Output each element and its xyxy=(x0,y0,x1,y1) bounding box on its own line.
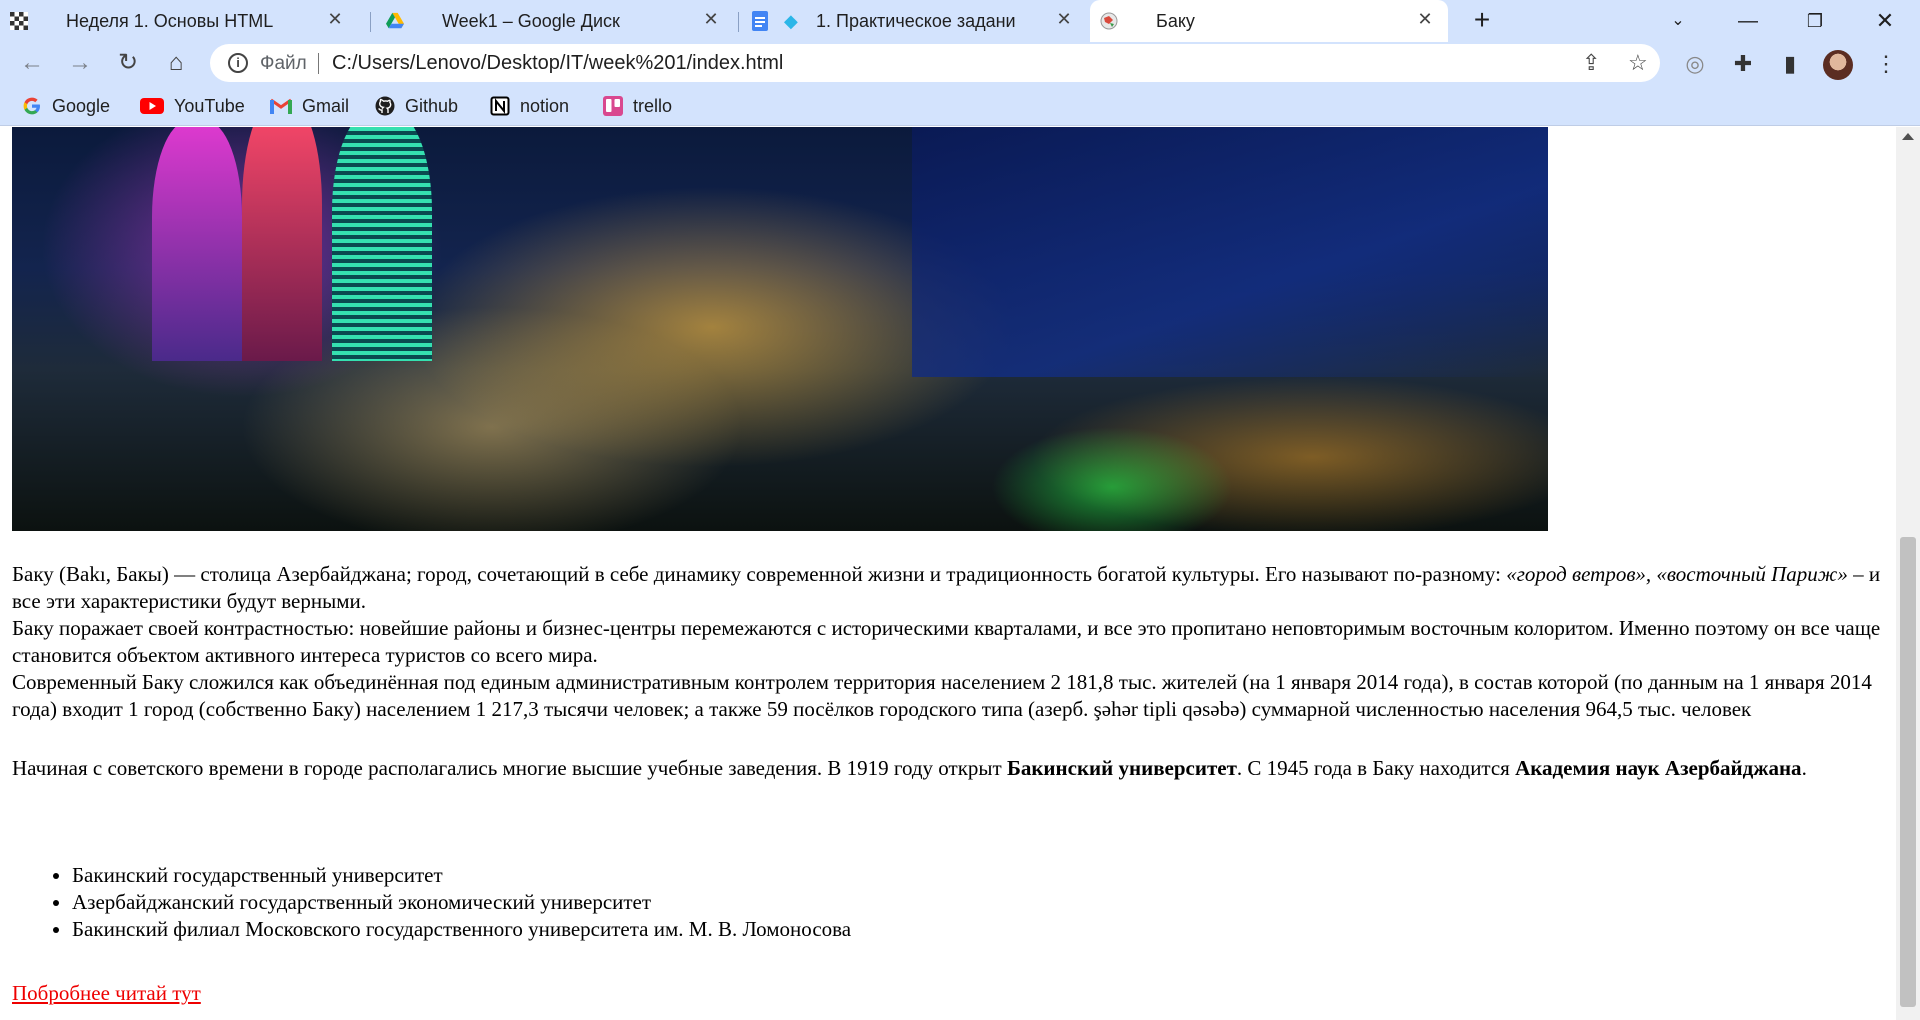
baku-night-photo xyxy=(12,127,1548,531)
google-drive-icon xyxy=(386,12,404,29)
list-item: Бакинский филиал Московского государстве… xyxy=(72,916,851,943)
restore-button[interactable]: ❐ xyxy=(1790,4,1840,38)
globe-icon xyxy=(1100,12,1118,30)
education-text: Начиная с советского времени в городе ра… xyxy=(12,756,1007,780)
bookmark-notion[interactable]: notion xyxy=(490,93,569,119)
address-bar[interactable]: i Файл C:/Users/Lenovo/Desktop/IT/week%2… xyxy=(210,44,1660,82)
close-window-button[interactable]: ✕ xyxy=(1860,4,1910,38)
bookmark-label: Gmail xyxy=(302,95,350,116)
tab-separator xyxy=(738,12,739,32)
close-icon[interactable]: ✕ xyxy=(700,9,722,30)
flame-tower xyxy=(332,127,432,361)
read-more-link[interactable]: Побробнее читай тут xyxy=(12,981,201,1006)
list-item: Азербайджанский государственный экономич… xyxy=(72,889,851,916)
baku-university: Бакинский университет xyxy=(1006,756,1237,780)
academy-of-sciences: Академия наук Азербайджана xyxy=(1515,756,1802,780)
list-item: Бакинский государственный университет xyxy=(72,862,851,889)
youtube-icon xyxy=(140,98,164,114)
bookmark-label: Github xyxy=(405,95,459,116)
tab-title: Баку xyxy=(1156,10,1195,31)
bookmark-label: trello xyxy=(633,95,673,116)
education-text: . С 1945 года в Баку находится xyxy=(1236,756,1516,780)
tab-separator xyxy=(370,12,371,32)
url-text[interactable]: C:/Users/Lenovo/Desktop/IT/week%201/inde… xyxy=(332,52,783,75)
tab-title: Неделя 1. Основы HTML xyxy=(66,10,274,31)
tab-title: 1. Практическое задание - G xyxy=(816,10,1016,31)
bookmark-gmail[interactable]: Gmail xyxy=(270,93,349,119)
menu-kebab-icon[interactable]: ⋮ xyxy=(1872,50,1900,78)
universities-list: Бакинский государственный университет Аз… xyxy=(72,862,851,943)
github-icon xyxy=(375,96,395,116)
tab-practical-task[interactable]: ◆ 1. Практическое задание - G ✕ xyxy=(742,0,1087,42)
scrollbar[interactable] xyxy=(1896,127,1920,1020)
close-icon[interactable]: ✕ xyxy=(1053,9,1075,30)
bookmark-google[interactable]: Google xyxy=(22,93,110,119)
intro-text: Баку (Bakı, Бакы) — столица Азербайджана… xyxy=(12,562,1507,586)
scroll-up-arrow-icon[interactable] xyxy=(1902,133,1914,140)
flame-tower xyxy=(242,127,322,361)
forward-button[interactable]: → xyxy=(63,46,97,80)
intro-paragraph: Баку (Bakı, Бакы) — столица Азербайджана… xyxy=(12,561,1888,669)
info-icon[interactable]: i xyxy=(228,53,248,73)
extension-target-icon[interactable]: ◎ xyxy=(1681,50,1709,78)
scrollbar-thumb[interactable] xyxy=(1900,537,1916,1007)
close-icon[interactable]: ✕ xyxy=(324,9,346,30)
browser-toolbar: ← → ↻ ⌂ i Файл C:/Users/Lenovo/Desktop/I… xyxy=(0,42,1920,84)
education-text: . xyxy=(1801,756,1807,780)
gmail-icon xyxy=(270,98,292,114)
home-button[interactable]: ⌂ xyxy=(159,46,193,80)
bookmark-label: YouTube xyxy=(174,95,245,116)
tab-baku[interactable]: Баку ✕ xyxy=(1090,0,1448,42)
new-tab-button[interactable]: + xyxy=(1467,6,1497,36)
tab-strip: Неделя 1. Основы HTML ✕ Week1 – Google Д… xyxy=(0,0,1920,42)
divider xyxy=(318,53,319,74)
share-icon[interactable]: ⇪ xyxy=(1582,50,1600,76)
diamond-icon: ◆ xyxy=(784,11,798,31)
page-content: Баку (Bakı, Бакы) — столица Азербайджана… xyxy=(0,127,1896,1020)
tab-html-basics[interactable]: Неделя 1. Основы HTML ✕ xyxy=(0,0,358,42)
back-button[interactable]: ← xyxy=(15,46,49,80)
bookmark-label: Google xyxy=(52,95,111,116)
flame-tower xyxy=(152,127,242,361)
close-icon[interactable]: ✕ xyxy=(1414,9,1436,30)
extensions-puzzle-icon[interactable]: ✚ xyxy=(1729,50,1757,78)
checkered-flag-icon xyxy=(10,12,28,30)
side-panel-icon[interactable]: ▮ xyxy=(1776,50,1804,78)
tab-google-drive[interactable]: Week1 – Google Диск ✕ xyxy=(376,0,734,42)
minimize-button[interactable]: — xyxy=(1723,4,1773,38)
bookmark-trello[interactable]: trello xyxy=(603,93,672,119)
avatar[interactable] xyxy=(1823,50,1853,80)
bookmarks-bar: Google YouTube Gmail Github notion trell… xyxy=(0,84,1920,126)
intro-nicknames: «город ветров», «восточный Париж» xyxy=(1506,562,1848,586)
tab-title: Week1 – Google Диск xyxy=(442,10,620,31)
google-docs-icon xyxy=(752,11,768,31)
reload-button[interactable]: ↻ xyxy=(111,46,145,80)
notion-icon xyxy=(490,96,510,116)
education-paragraph: Начиная с советского времени в городе ра… xyxy=(12,755,1888,782)
trello-icon xyxy=(603,96,623,116)
scheme-label: Файл xyxy=(260,53,307,74)
sea-area xyxy=(912,127,1548,377)
intro-contrast-text: Баку поражает своей контрастностью: нове… xyxy=(12,616,1881,667)
bookmark-label: notion xyxy=(520,95,570,116)
population-text: Современный Баку сложился как объединённ… xyxy=(12,670,1872,721)
bookmark-star-icon[interactable]: ☆ xyxy=(1628,50,1648,76)
population-paragraph: Современный Баку сложился как объединённ… xyxy=(12,669,1888,723)
google-icon xyxy=(23,97,40,115)
bookmark-youtube[interactable]: YouTube xyxy=(140,93,245,119)
tab-search-chevron-icon[interactable]: ⌄ xyxy=(1653,4,1703,38)
bookmark-github[interactable]: Github xyxy=(375,93,458,119)
